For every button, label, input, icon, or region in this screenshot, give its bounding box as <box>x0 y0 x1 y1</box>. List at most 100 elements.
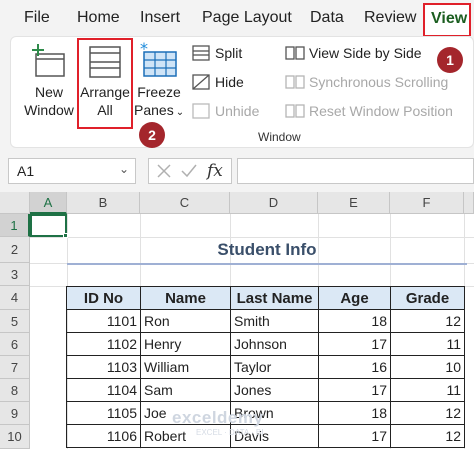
insert-function-icon[interactable]: fx <box>207 161 223 181</box>
header-age[interactable]: Age <box>318 286 391 310</box>
table-row: 1104 Sam Jones 17 11 <box>66 378 465 402</box>
enter-icon[interactable] <box>181 164 197 178</box>
formula-bar: A1 ⌄ fx <box>0 148 474 192</box>
title-underline <box>67 263 467 265</box>
table-row: 1103 William Taylor 16 10 <box>66 355 465 379</box>
row-header-2[interactable]: 2 <box>0 237 30 263</box>
new-window-label-1: New <box>34 84 63 100</box>
view-side-by-side-button[interactable]: View Side by Side <box>309 45 422 61</box>
menu-home[interactable]: Home <box>77 9 120 27</box>
cell-name[interactable]: William <box>140 355 231 379</box>
cell-id[interactable]: 1103 <box>66 355 141 379</box>
cell-grade[interactable]: 11 <box>390 332 465 356</box>
header-name[interactable]: Name <box>140 286 231 310</box>
menu-bar: File Home Insert Page Layout Data Review… <box>0 0 474 37</box>
table-row: 1102 Henry Johnson 17 11 <box>66 332 465 356</box>
row-header-4[interactable]: 4 <box>0 286 30 310</box>
fill-handle[interactable] <box>63 233 68 238</box>
new-window-label-2: Window <box>24 102 74 118</box>
cell-last-name[interactable]: Johnson <box>230 332 319 356</box>
header-last-name[interactable]: Last Name <box>230 286 319 310</box>
menu-data[interactable]: Data <box>310 9 344 27</box>
row-header-9[interactable]: 9 <box>0 402 30 425</box>
cell-grade[interactable]: 11 <box>390 378 465 402</box>
row-header-7[interactable]: 7 <box>0 356 30 379</box>
cell-id[interactable]: 1105 <box>66 401 141 425</box>
hide-icon <box>192 74 210 90</box>
cell-id[interactable]: 1104 <box>66 378 141 402</box>
name-box[interactable]: A1 ⌄ <box>8 158 136 184</box>
gridline <box>30 237 474 238</box>
column-header-e[interactable]: E <box>318 192 390 214</box>
chevron-down-icon: ⌄ <box>118 162 129 176</box>
cell-id[interactable]: 1101 <box>66 309 141 333</box>
cell-age[interactable]: 18 <box>318 401 391 425</box>
unhide-button[interactable]: Unhide <box>215 103 259 119</box>
column-header-b[interactable]: B <box>67 192 140 214</box>
formula-controls: fx <box>148 158 232 184</box>
menu-review[interactable]: Review <box>364 9 416 27</box>
row-header-10[interactable]: 10 <box>0 425 30 449</box>
synchronous-scrolling-button[interactable]: Synchronous Scrolling <box>309 74 448 90</box>
active-cell-a1[interactable] <box>30 214 67 237</box>
split-icon <box>192 45 210 61</box>
formula-input[interactable] <box>237 158 474 184</box>
freeze-panes-label-2: Panes <box>134 102 174 118</box>
header-grade[interactable]: Grade <box>390 286 465 310</box>
sheet-title: Student Info <box>217 240 317 259</box>
cell-name[interactable]: Ron <box>140 309 231 333</box>
row-header-8[interactable]: 8 <box>0 379 30 402</box>
cell-last-name[interactable]: Smith <box>230 309 319 333</box>
cancel-icon[interactable] <box>157 164 171 178</box>
cell-name[interactable]: Henry <box>140 332 231 356</box>
row-header-5[interactable]: 5 <box>0 310 30 333</box>
row-header-1[interactable]: 1 <box>0 214 30 237</box>
name-box-value: A1 <box>17 163 35 179</box>
ribbon: New Window Arrange All * Freeze Panes⌄ <box>0 36 474 148</box>
menu-file[interactable]: File <box>24 9 50 27</box>
cell-last-name[interactable]: Taylor <box>230 355 319 379</box>
ribbon-group-label: Window <box>258 130 301 144</box>
view-side-by-side-icon <box>285 46 305 60</box>
freeze-panes-icon: * <box>140 42 177 77</box>
cell-age[interactable]: 18 <box>318 309 391 333</box>
reset-window-position-button[interactable]: Reset Window Position <box>309 103 453 119</box>
cell-last-name[interactable]: Jones <box>230 378 319 402</box>
column-header-a[interactable]: A <box>30 192 67 214</box>
table-header-row: ID No Name Last Name Age Grade <box>66 286 465 310</box>
cell-age[interactable]: 16 <box>318 355 391 379</box>
column-header-f[interactable]: F <box>390 192 464 214</box>
menu-insert[interactable]: Insert <box>140 9 180 27</box>
split-button[interactable]: Split <box>215 45 242 61</box>
column-header-g[interactable] <box>464 192 474 214</box>
hide-button[interactable]: Hide <box>215 74 244 90</box>
cell-grade[interactable]: 12 <box>390 424 465 448</box>
cell-grade[interactable]: 12 <box>390 309 465 333</box>
table-row: 1105 Joe Brown 18 12 <box>66 401 465 425</box>
cell-name[interactable]: Sam <box>140 378 231 402</box>
reset-window-position-icon <box>285 104 305 118</box>
cell-age[interactable]: 17 <box>318 424 391 448</box>
chevron-down-icon: ⌄ <box>175 107 185 118</box>
select-all-corner[interactable] <box>0 192 30 214</box>
menu-view[interactable]: View <box>423 3 471 37</box>
freeze-panes-label-1: Freeze <box>137 84 181 100</box>
step-badge-1: 1 <box>437 47 463 73</box>
cell-id[interactable]: 1106 <box>66 424 141 448</box>
row-header-6[interactable]: 6 <box>0 333 30 356</box>
watermark-tagline: EXCEL · DATA · BI <box>196 428 264 437</box>
cell-age[interactable]: 17 <box>318 332 391 356</box>
column-header-c[interactable]: C <box>140 192 230 214</box>
cell-grade[interactable]: 12 <box>390 401 465 425</box>
header-id-no[interactable]: ID No <box>66 286 141 310</box>
cell-age[interactable]: 17 <box>318 378 391 402</box>
column-header-d[interactable]: D <box>230 192 318 214</box>
menu-page-layout[interactable]: Page Layout <box>202 9 292 27</box>
cell-id[interactable]: 1102 <box>66 332 141 356</box>
step-badge-2: 2 <box>139 122 165 148</box>
table-row: 1106 Robert Davis 17 12 <box>66 424 465 448</box>
row-header-3[interactable]: 3 <box>0 263 30 286</box>
arrange-all-highlight <box>77 38 133 129</box>
cell-grade[interactable]: 10 <box>390 355 465 379</box>
student-table: ID No Name Last Name Age Grade 1101 Ron … <box>66 286 465 448</box>
